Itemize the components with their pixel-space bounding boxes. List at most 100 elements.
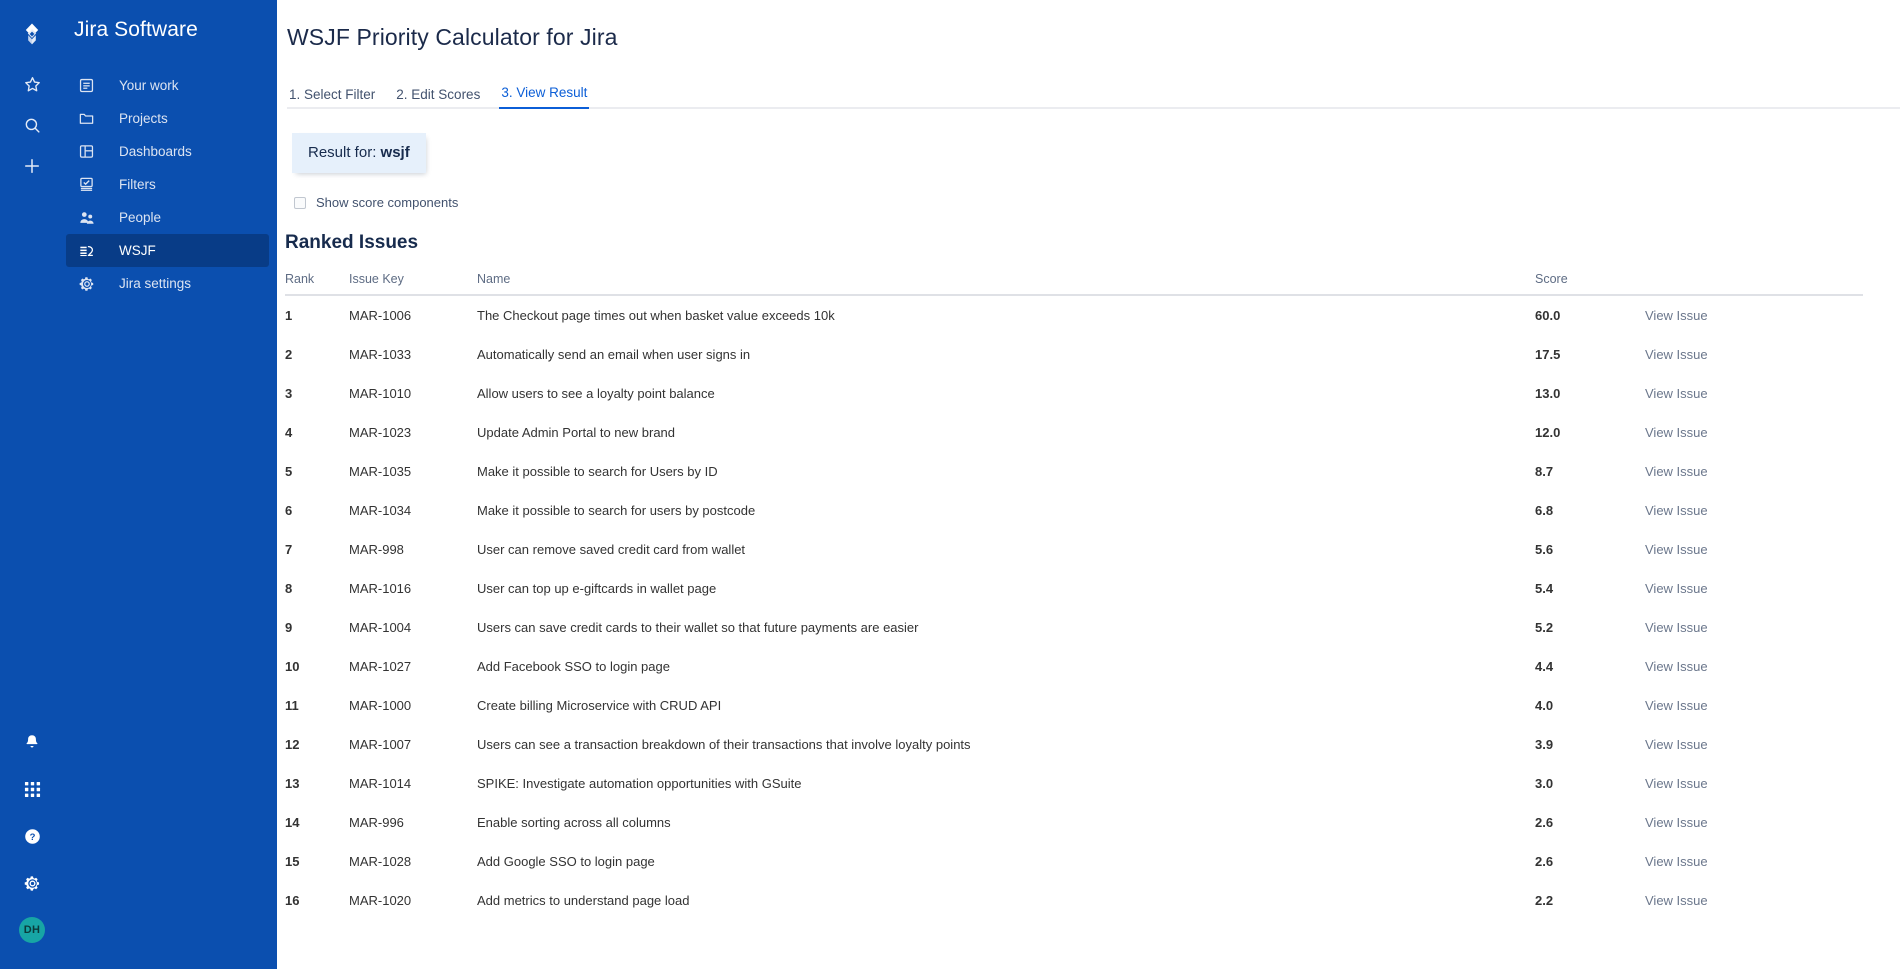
cell-issue-key: MAR-1016 <box>349 581 412 596</box>
view-issue-link[interactable]: View Issue <box>1645 542 1708 557</box>
table-header-row: Rank Issue Key Name Score <box>285 272 1863 296</box>
notification-bell-icon[interactable] <box>12 722 52 762</box>
cell-name: Users can save credit cards to their wal… <box>477 620 919 635</box>
cell-name: Create billing Microservice with CRUD AP… <box>477 698 722 713</box>
sidebar-item-wsjf[interactable]: WSJF <box>66 234 269 267</box>
view-issue-link[interactable]: View Issue <box>1645 815 1708 830</box>
sidebar-item-label: WSJF <box>119 243 156 258</box>
jira-logo-icon[interactable] <box>12 14 52 54</box>
cell-name: User can remove saved credit card from w… <box>477 542 746 557</box>
cell-issue-key: MAR-996 <box>349 815 404 830</box>
plus-icon[interactable] <box>12 146 52 186</box>
cell-issue-key: MAR-1020 <box>349 893 412 908</box>
table-row: 6 MAR-1034 Make it possible to search for … <box>285 491 1863 530</box>
ranked-issues-title: Ranked Issues <box>285 232 419 253</box>
sidebar-item-filters[interactable]: Filters <box>66 168 269 201</box>
view-issue-link[interactable]: View Issue <box>1645 347 1708 362</box>
cell-action: View Issue <box>1645 725 1863 764</box>
wsjf-icon <box>78 242 102 260</box>
app-root: ? DH Jira Software Your work Projects Da… <box>0 0 1900 969</box>
view-issue-link[interactable]: View Issue <box>1645 503 1708 518</box>
cell-issue-key: MAR-1007 <box>349 737 412 752</box>
cell-action: View Issue <box>1645 413 1863 452</box>
view-issue-link[interactable]: View Issue <box>1645 425 1708 440</box>
cell-score: 60.0 <box>1535 308 1561 323</box>
sidebar-item-label: Your work <box>119 78 179 93</box>
cell-issue-key: MAR-1010 <box>349 386 412 401</box>
table-row: 3 MAR-1010 Allow users to see a loyalty po… <box>285 374 1863 413</box>
cell-rank: 8 <box>285 581 293 596</box>
sidebar-item-your-work[interactable]: Your work <box>66 69 269 102</box>
sidebar-item-label: Jira settings <box>119 276 192 291</box>
table-row: 4 MAR-1023 Update Admin Portal to new bran… <box>285 413 1863 452</box>
cell-action: View Issue <box>1645 881 1863 920</box>
cell-issue-key: MAR-1000 <box>349 698 412 713</box>
sidebar-item-label: Filters <box>119 177 156 192</box>
view-issue-link[interactable]: View Issue <box>1645 776 1708 791</box>
cell-rank: 10 <box>285 659 300 674</box>
table-row: 15 MAR-1028 Add Google SSO to login page 2.… <box>285 842 1863 881</box>
view-issue-link[interactable]: View Issue <box>1645 620 1708 635</box>
table-row: 10 MAR-1027 Add Facebook SSO to login page… <box>285 647 1863 686</box>
cell-action: View Issue <box>1645 608 1863 647</box>
view-issue-link[interactable]: View Issue <box>1645 854 1708 869</box>
sidebar-item-projects[interactable]: Projects <box>66 102 269 135</box>
tab-edit-scores[interactable]: 2. Edit Scores <box>394 87 482 109</box>
view-issue-link[interactable]: View Issue <box>1645 464 1708 479</box>
table-row: 7 MAR-998 User can remove saved credit car… <box>285 530 1863 569</box>
tab-select-filter[interactable]: 1. Select Filter <box>287 87 377 109</box>
search-icon[interactable] <box>12 105 52 145</box>
table-row: 1 MAR-1006 The Checkout page times out whe… <box>285 295 1863 335</box>
app-switcher-grid-icon[interactable] <box>12 769 52 809</box>
tab-view-result[interactable]: 3. View Result <box>499 85 590 109</box>
show-score-components-row[interactable]: Show score components <box>294 195 1900 210</box>
cell-score: 4.0 <box>1535 698 1554 713</box>
cell-action: View Issue <box>1645 530 1863 569</box>
sidebar-title: Jira Software <box>74 18 198 41</box>
help-question-icon[interactable]: ? <box>12 816 52 856</box>
star-icon[interactable] <box>12 64 52 104</box>
view-issue-link[interactable]: View Issue <box>1645 698 1708 713</box>
main-content: WSJF Priority Calculator for Jira 1. Sel… <box>277 0 1900 969</box>
settings-gear-icon[interactable] <box>12 863 52 903</box>
cell-rank: 1 <box>285 308 293 323</box>
cell-name: Update Admin Portal to new brand <box>477 425 676 440</box>
cell-action: View Issue <box>1645 335 1863 374</box>
cell-score: 2.2 <box>1535 893 1554 908</box>
sidebar-item-jira-settings[interactable]: Jira settings <box>66 267 269 300</box>
sidebar-item-label: Projects <box>119 111 168 126</box>
result-filter-chip: Result for: wsjf <box>292 133 426 173</box>
cell-rank: 6 <box>285 503 293 518</box>
cell-issue-key: MAR-998 <box>349 542 404 557</box>
show-score-components-checkbox[interactable] <box>294 196 306 209</box>
cell-name: Add metrics to understand page load <box>477 893 690 908</box>
cell-issue-key: MAR-1028 <box>349 854 412 869</box>
rail-bottom-group: ? DH <box>0 722 64 957</box>
cell-score: 4.4 <box>1535 659 1554 674</box>
sidebar-item-label: People <box>119 210 162 225</box>
table-row: 8 MAR-1016 User can top up e-giftcards in … <box>285 569 1863 608</box>
sidebar-item-people[interactable]: People <box>66 201 269 234</box>
cell-name: Make it possible to search for Users by … <box>477 464 718 479</box>
cell-rank: 11 <box>285 698 299 713</box>
cell-rank: 2 <box>285 347 293 362</box>
cell-name: Add Google SSO to login page <box>477 854 655 869</box>
cell-name: Automatically send an email when user si… <box>477 347 751 362</box>
view-issue-link[interactable]: View Issue <box>1645 386 1708 401</box>
table-row: 9 MAR-1004 Users can save credit cards to … <box>285 608 1863 647</box>
column-header-name: Name <box>477 272 1535 296</box>
view-issue-link[interactable]: View Issue <box>1645 893 1708 908</box>
sidebar-item-dashboards[interactable]: Dashboards <box>66 135 269 168</box>
view-issue-link[interactable]: View Issue <box>1645 308 1708 323</box>
avatar[interactable]: DH <box>12 910 52 950</box>
view-issue-link[interactable]: View Issue <box>1645 737 1708 752</box>
table-row: 2 MAR-1033 Automatically send an email whe… <box>285 335 1863 374</box>
view-issue-link[interactable]: View Issue <box>1645 581 1708 596</box>
people-icon <box>78 209 102 227</box>
cell-issue-key: MAR-1014 <box>349 776 412 791</box>
column-header-rank: Rank <box>285 272 349 296</box>
cell-action: View Issue <box>1645 803 1863 842</box>
cell-action: View Issue <box>1645 374 1863 413</box>
view-issue-link[interactable]: View Issue <box>1645 659 1708 674</box>
column-header-action <box>1645 272 1863 296</box>
